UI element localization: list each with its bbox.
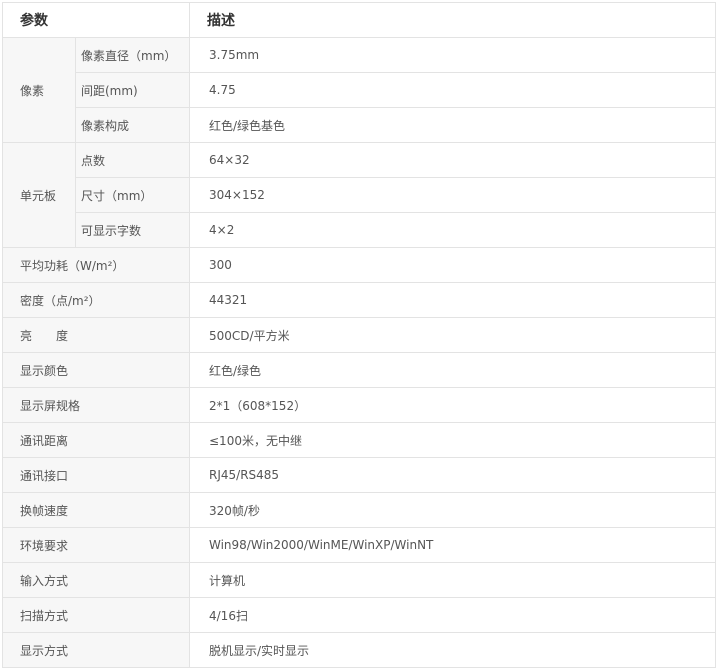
row-label: 可显示字数 bbox=[75, 212, 190, 248]
row-label: 输入方式 bbox=[2, 562, 190, 598]
table-row: 单元板 点数 64×32 bbox=[2, 142, 716, 248]
row-value: 3.75mm bbox=[189, 37, 716, 73]
row-label: 换帧速度 bbox=[2, 492, 190, 528]
row-label: 平均功耗（W/m²） bbox=[2, 247, 190, 283]
row-value: RJ45/RS485 bbox=[189, 457, 716, 493]
row-label: 像素构成 bbox=[75, 107, 190, 143]
table-row: 密度（点/m²） 44321 bbox=[2, 282, 716, 318]
row-value: 304×152 bbox=[189, 177, 716, 213]
row-label: 通讯距离 bbox=[2, 422, 190, 458]
row-value: 500CD/平方米 bbox=[189, 317, 716, 353]
row-label: 显示方式 bbox=[2, 632, 190, 668]
table-row: 输入方式 计算机 bbox=[2, 562, 716, 598]
group-label-pixel: 像素 bbox=[2, 37, 76, 143]
row-value: 红色/绿色基色 bbox=[189, 107, 716, 143]
row-value: 脱机显示/实时显示 bbox=[189, 632, 716, 668]
row-value: 64×32 bbox=[189, 142, 716, 178]
row-value: 4×2 bbox=[189, 212, 716, 248]
row-value: Win98/Win2000/WinME/WinXP/WinNT bbox=[189, 527, 716, 563]
row-label: 扫描方式 bbox=[2, 597, 190, 633]
table-row: 环境要求 Win98/Win2000/WinME/WinXP/WinNT bbox=[2, 527, 716, 563]
table-row: 像素 像素直径（mm） 3.75mm bbox=[2, 37, 716, 143]
table-row: 通讯距离 ≤100米，无中继 bbox=[2, 422, 716, 458]
row-label: 环境要求 bbox=[2, 527, 190, 563]
header-desc: 描述 bbox=[189, 2, 716, 38]
table-row: 换帧速度 320帧/秒 bbox=[2, 492, 716, 528]
table-row: 亮 度 500CD/平方米 bbox=[2, 317, 716, 353]
row-value: 44321 bbox=[189, 282, 716, 318]
table-row: 扫描方式 4/16扫 bbox=[2, 597, 716, 633]
row-value: 4/16扫 bbox=[189, 597, 716, 633]
row-label: 通讯接口 bbox=[2, 457, 190, 493]
table-row: 尺寸（mm） 304×152 bbox=[3, 177, 716, 213]
table-row: 显示方式 脱机显示/实时显示 bbox=[2, 632, 716, 668]
header-param: 参数 bbox=[2, 2, 190, 38]
row-label: 密度（点/m²） bbox=[2, 282, 190, 318]
row-label: 尺寸（mm） bbox=[75, 177, 190, 213]
row-label: 显示颜色 bbox=[2, 352, 190, 388]
table-row: 像素构成 红色/绿色基色 bbox=[3, 107, 716, 143]
row-value: 计算机 bbox=[189, 562, 716, 598]
row-value: 红色/绿色 bbox=[189, 352, 716, 388]
table-row: 间距(mm) 4.75 bbox=[3, 72, 716, 108]
spec-table: 参数 描述 像素 像素直径（mm） 3.75mm 间距(mm) 4.75 像素构… bbox=[2, 2, 716, 668]
table-row: 可显示字数 4×2 bbox=[3, 212, 716, 248]
row-value: 4.75 bbox=[189, 72, 716, 108]
row-label: 显示屏规格 bbox=[2, 387, 190, 423]
row-value: ≤100米，无中继 bbox=[189, 422, 716, 458]
table-row: 显示屏规格 2*1（608*152） bbox=[2, 387, 716, 423]
table-row: 平均功耗（W/m²） 300 bbox=[2, 247, 716, 283]
row-label: 间距(mm) bbox=[75, 72, 190, 108]
group-label-unit-board: 单元板 bbox=[2, 142, 76, 248]
row-label: 亮 度 bbox=[2, 317, 190, 353]
table-row: 显示颜色 红色/绿色 bbox=[2, 352, 716, 388]
row-label: 像素直径（mm） bbox=[75, 37, 190, 73]
row-value: 300 bbox=[189, 247, 716, 283]
table-row: 通讯接口 RJ45/RS485 bbox=[2, 457, 716, 493]
row-value: 2*1（608*152） bbox=[189, 387, 716, 423]
row-label: 点数 bbox=[75, 142, 190, 178]
table-header-row: 参数 描述 bbox=[2, 2, 716, 38]
row-value: 320帧/秒 bbox=[189, 492, 716, 528]
